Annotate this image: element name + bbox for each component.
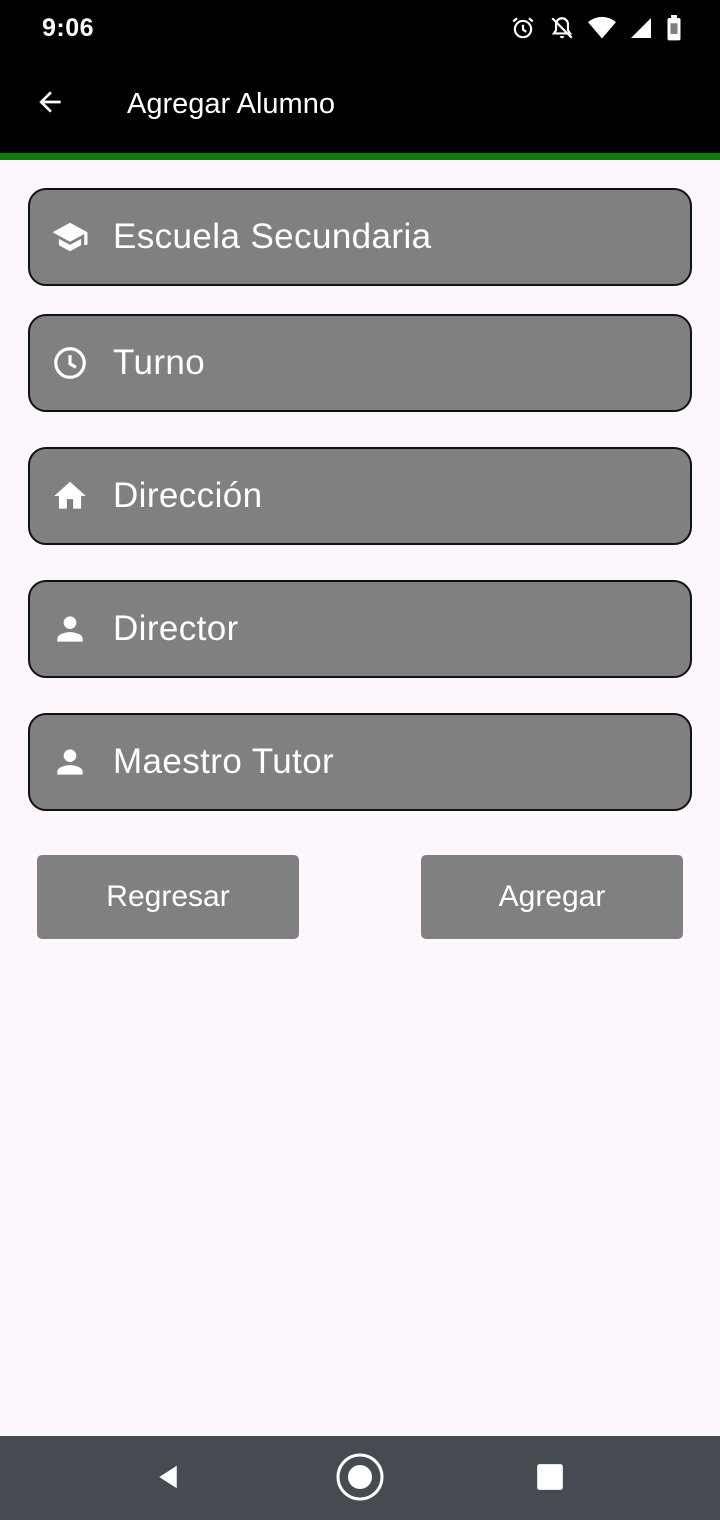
accent-line bbox=[0, 153, 720, 160]
status-time: 9:06 bbox=[42, 14, 95, 42]
wifi-icon bbox=[588, 16, 616, 40]
person-icon bbox=[50, 742, 90, 782]
school-field[interactable]: Escuela Secundaria bbox=[28, 188, 692, 286]
back-button[interactable] bbox=[28, 82, 72, 126]
nav-home-icon bbox=[335, 1452, 385, 1507]
return-button[interactable]: Regresar bbox=[37, 855, 299, 939]
alarm-icon bbox=[510, 15, 536, 41]
app-bar: Agregar Alumno bbox=[0, 56, 720, 154]
status-bar: 9:06 bbox=[0, 0, 720, 56]
nav-recents-button[interactable] bbox=[525, 1454, 575, 1504]
nav-back-button[interactable] bbox=[143, 1454, 193, 1504]
nav-back-icon bbox=[153, 1462, 183, 1497]
add-button[interactable]: Agregar bbox=[421, 855, 683, 939]
field-label: Turno bbox=[113, 343, 206, 382]
field-label: Maestro Tutor bbox=[113, 742, 335, 781]
field-label: Director bbox=[113, 609, 239, 648]
status-icons bbox=[510, 14, 682, 42]
tutor-field[interactable]: Maestro Tutor bbox=[28, 713, 692, 811]
field-label: Escuela Secundaria bbox=[113, 217, 432, 256]
clock-icon bbox=[50, 343, 90, 383]
nav-recents-icon bbox=[536, 1463, 564, 1496]
arrow-back-icon bbox=[34, 86, 66, 123]
battery-icon bbox=[666, 15, 682, 41]
navigation-bar bbox=[0, 1436, 720, 1520]
field-label: Dirección bbox=[113, 476, 263, 515]
shift-field[interactable]: Turno bbox=[28, 314, 692, 412]
school-icon bbox=[50, 217, 90, 257]
director-field[interactable]: Director bbox=[28, 580, 692, 678]
home-icon bbox=[50, 476, 90, 516]
page-title: Agregar Alumno bbox=[127, 88, 335, 120]
person-icon bbox=[50, 609, 90, 649]
nav-home-button[interactable] bbox=[335, 1452, 385, 1507]
signal-icon bbox=[629, 16, 653, 40]
address-field[interactable]: Dirección bbox=[28, 447, 692, 545]
notifications-off-icon bbox=[549, 15, 575, 41]
